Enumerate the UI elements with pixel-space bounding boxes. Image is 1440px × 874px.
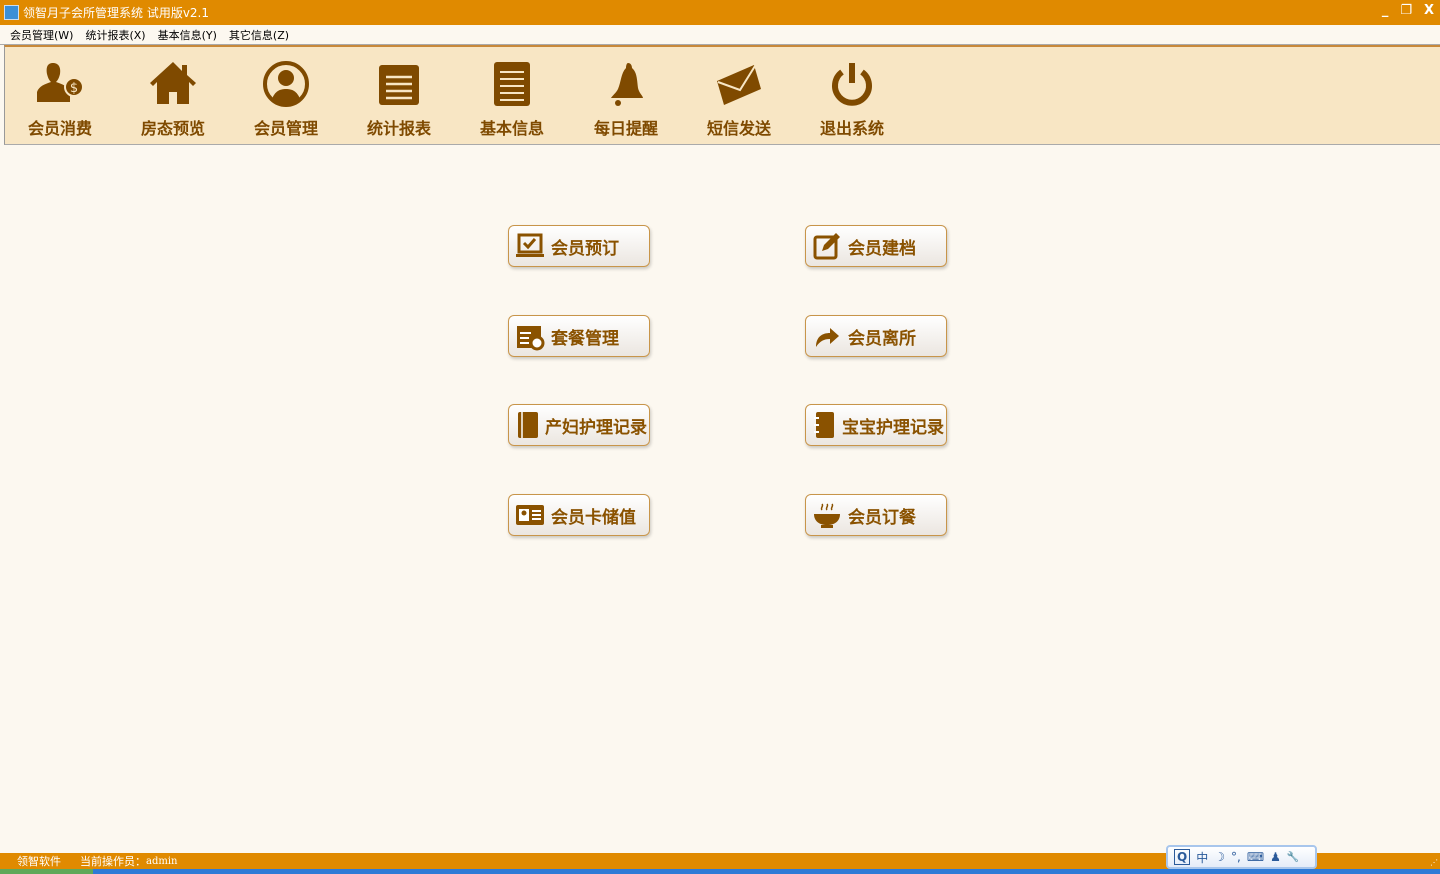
app-icon bbox=[4, 5, 19, 20]
envelope-icon bbox=[717, 65, 761, 105]
button-label: 产妇护理记录 bbox=[545, 417, 647, 438]
restore-button[interactable]: ❐ bbox=[1400, 3, 1412, 18]
toolbar-exit[interactable]: 退出系统 bbox=[802, 59, 902, 139]
toolbar-basic-info[interactable]: 基本信息 bbox=[462, 59, 562, 139]
toolbar-member-payment[interactable]: $ 会员消费 bbox=[10, 59, 110, 139]
book-icon bbox=[518, 412, 538, 438]
button-label: 会员卡储值 bbox=[551, 507, 636, 528]
button-label: 套餐管理 bbox=[551, 328, 619, 349]
toolbar-label: 短信发送 bbox=[706, 119, 771, 138]
member-booking-button[interactable]: 会员预订 bbox=[508, 225, 650, 267]
button-label: 会员预订 bbox=[551, 238, 619, 259]
menu-other[interactable]: 其它信息(Z) bbox=[229, 27, 289, 43]
member-payment-icon: $ bbox=[37, 63, 84, 102]
menu-member[interactable]: 会员管理(W) bbox=[10, 27, 73, 43]
ime-user-icon[interactable]: ♟ bbox=[1270, 850, 1281, 864]
toolbar-label: 基本信息 bbox=[479, 119, 544, 138]
baby-care-record-button[interactable]: 宝宝护理记录 bbox=[805, 404, 947, 446]
document-icon bbox=[494, 62, 530, 106]
member-leave-button[interactable]: 会员离所 bbox=[805, 315, 947, 357]
toolbar-report[interactable]: 统计报表 bbox=[349, 59, 449, 139]
button-label: 会员离所 bbox=[848, 328, 916, 349]
user-circle-icon bbox=[263, 61, 309, 107]
taskbar-strip bbox=[0, 869, 1440, 874]
toolbar-label: 会员消费 bbox=[27, 119, 92, 138]
share-arrow-icon bbox=[816, 328, 839, 347]
button-label: 会员订餐 bbox=[848, 507, 916, 528]
title-bar: 领智月子会所管理系统 试用版v2.1 _ ❐ X bbox=[0, 0, 1440, 25]
ime-settings-icon[interactable]: 🔧 bbox=[1287, 852, 1299, 863]
id-card-icon bbox=[516, 505, 544, 525]
house-icon bbox=[150, 62, 196, 104]
laptop-check-icon bbox=[516, 233, 544, 257]
resize-grip-icon[interactable]: ⋰ bbox=[1430, 858, 1438, 867]
minimize-button[interactable]: _ bbox=[1382, 3, 1389, 18]
toolbar-daily-reminder[interactable]: 每日提醒 bbox=[576, 59, 676, 139]
ime-punctuation-icon[interactable]: °, bbox=[1231, 850, 1241, 864]
operator-label: 当前操作员： bbox=[80, 855, 146, 868]
toolbar-label: 房态预览 bbox=[140, 119, 205, 138]
svg-text:$: $ bbox=[70, 81, 78, 96]
mother-care-record-button[interactable]: 产妇护理记录 bbox=[508, 404, 650, 446]
toolbar: $ 会员消费 房态预览 会员管理 统计报表 基本信息 每日提醒 短信发送 退出系… bbox=[4, 45, 1440, 145]
operator-name: admin bbox=[146, 855, 178, 867]
member-meal-order-button[interactable]: 会员订餐 bbox=[805, 494, 947, 536]
menu-basic[interactable]: 基本信息(Y) bbox=[158, 27, 217, 43]
ime-keyboard-icon[interactable]: ⌨ bbox=[1247, 850, 1264, 864]
toolbar-member-manage[interactable]: 会员管理 bbox=[236, 59, 336, 139]
menu-report[interactable]: 统计报表(X) bbox=[85, 27, 145, 43]
ime-logo-icon[interactable]: Q bbox=[1174, 849, 1191, 865]
company-name: 领智软件 bbox=[17, 855, 61, 868]
button-label: 会员建档 bbox=[848, 238, 916, 259]
window-title: 领智月子会所管理系统 试用版v2.1 bbox=[23, 6, 210, 20]
edit-icon bbox=[813, 233, 840, 260]
menu-bar: 会员管理(W) 统计报表(X) 基本信息(Y) 其它信息(Z) bbox=[0, 25, 1440, 45]
ime-halfwidth-icon[interactable]: ☽ bbox=[1214, 850, 1225, 864]
calendar-gear-icon bbox=[517, 326, 545, 351]
toolbar-label: 退出系统 bbox=[819, 119, 884, 138]
toolbar-sms[interactable]: 短信发送 bbox=[689, 59, 789, 139]
button-label: 宝宝护理记录 bbox=[842, 417, 944, 438]
toolbar-label: 会员管理 bbox=[253, 119, 318, 138]
bell-icon bbox=[611, 63, 643, 106]
close-button[interactable]: X bbox=[1424, 3, 1434, 18]
toolbar-label: 统计报表 bbox=[366, 119, 431, 138]
power-icon bbox=[832, 63, 872, 106]
notepad-icon bbox=[379, 65, 419, 105]
package-manage-button[interactable]: 套餐管理 bbox=[508, 315, 650, 357]
ime-toolbar: Q 中 ☽ °, ⌨ ♟ 🔧 bbox=[1166, 845, 1317, 869]
bowl-icon bbox=[814, 503, 840, 528]
card-recharge-button[interactable]: 会员卡储值 bbox=[508, 494, 650, 536]
member-archive-button[interactable]: 会员建档 bbox=[805, 225, 947, 267]
ime-chinese-toggle[interactable]: 中 bbox=[1196, 849, 1208, 866]
toolbar-label: 每日提醒 bbox=[593, 119, 658, 138]
notebook-icon bbox=[814, 412, 834, 438]
toolbar-room-preview[interactable]: 房态预览 bbox=[123, 59, 223, 139]
